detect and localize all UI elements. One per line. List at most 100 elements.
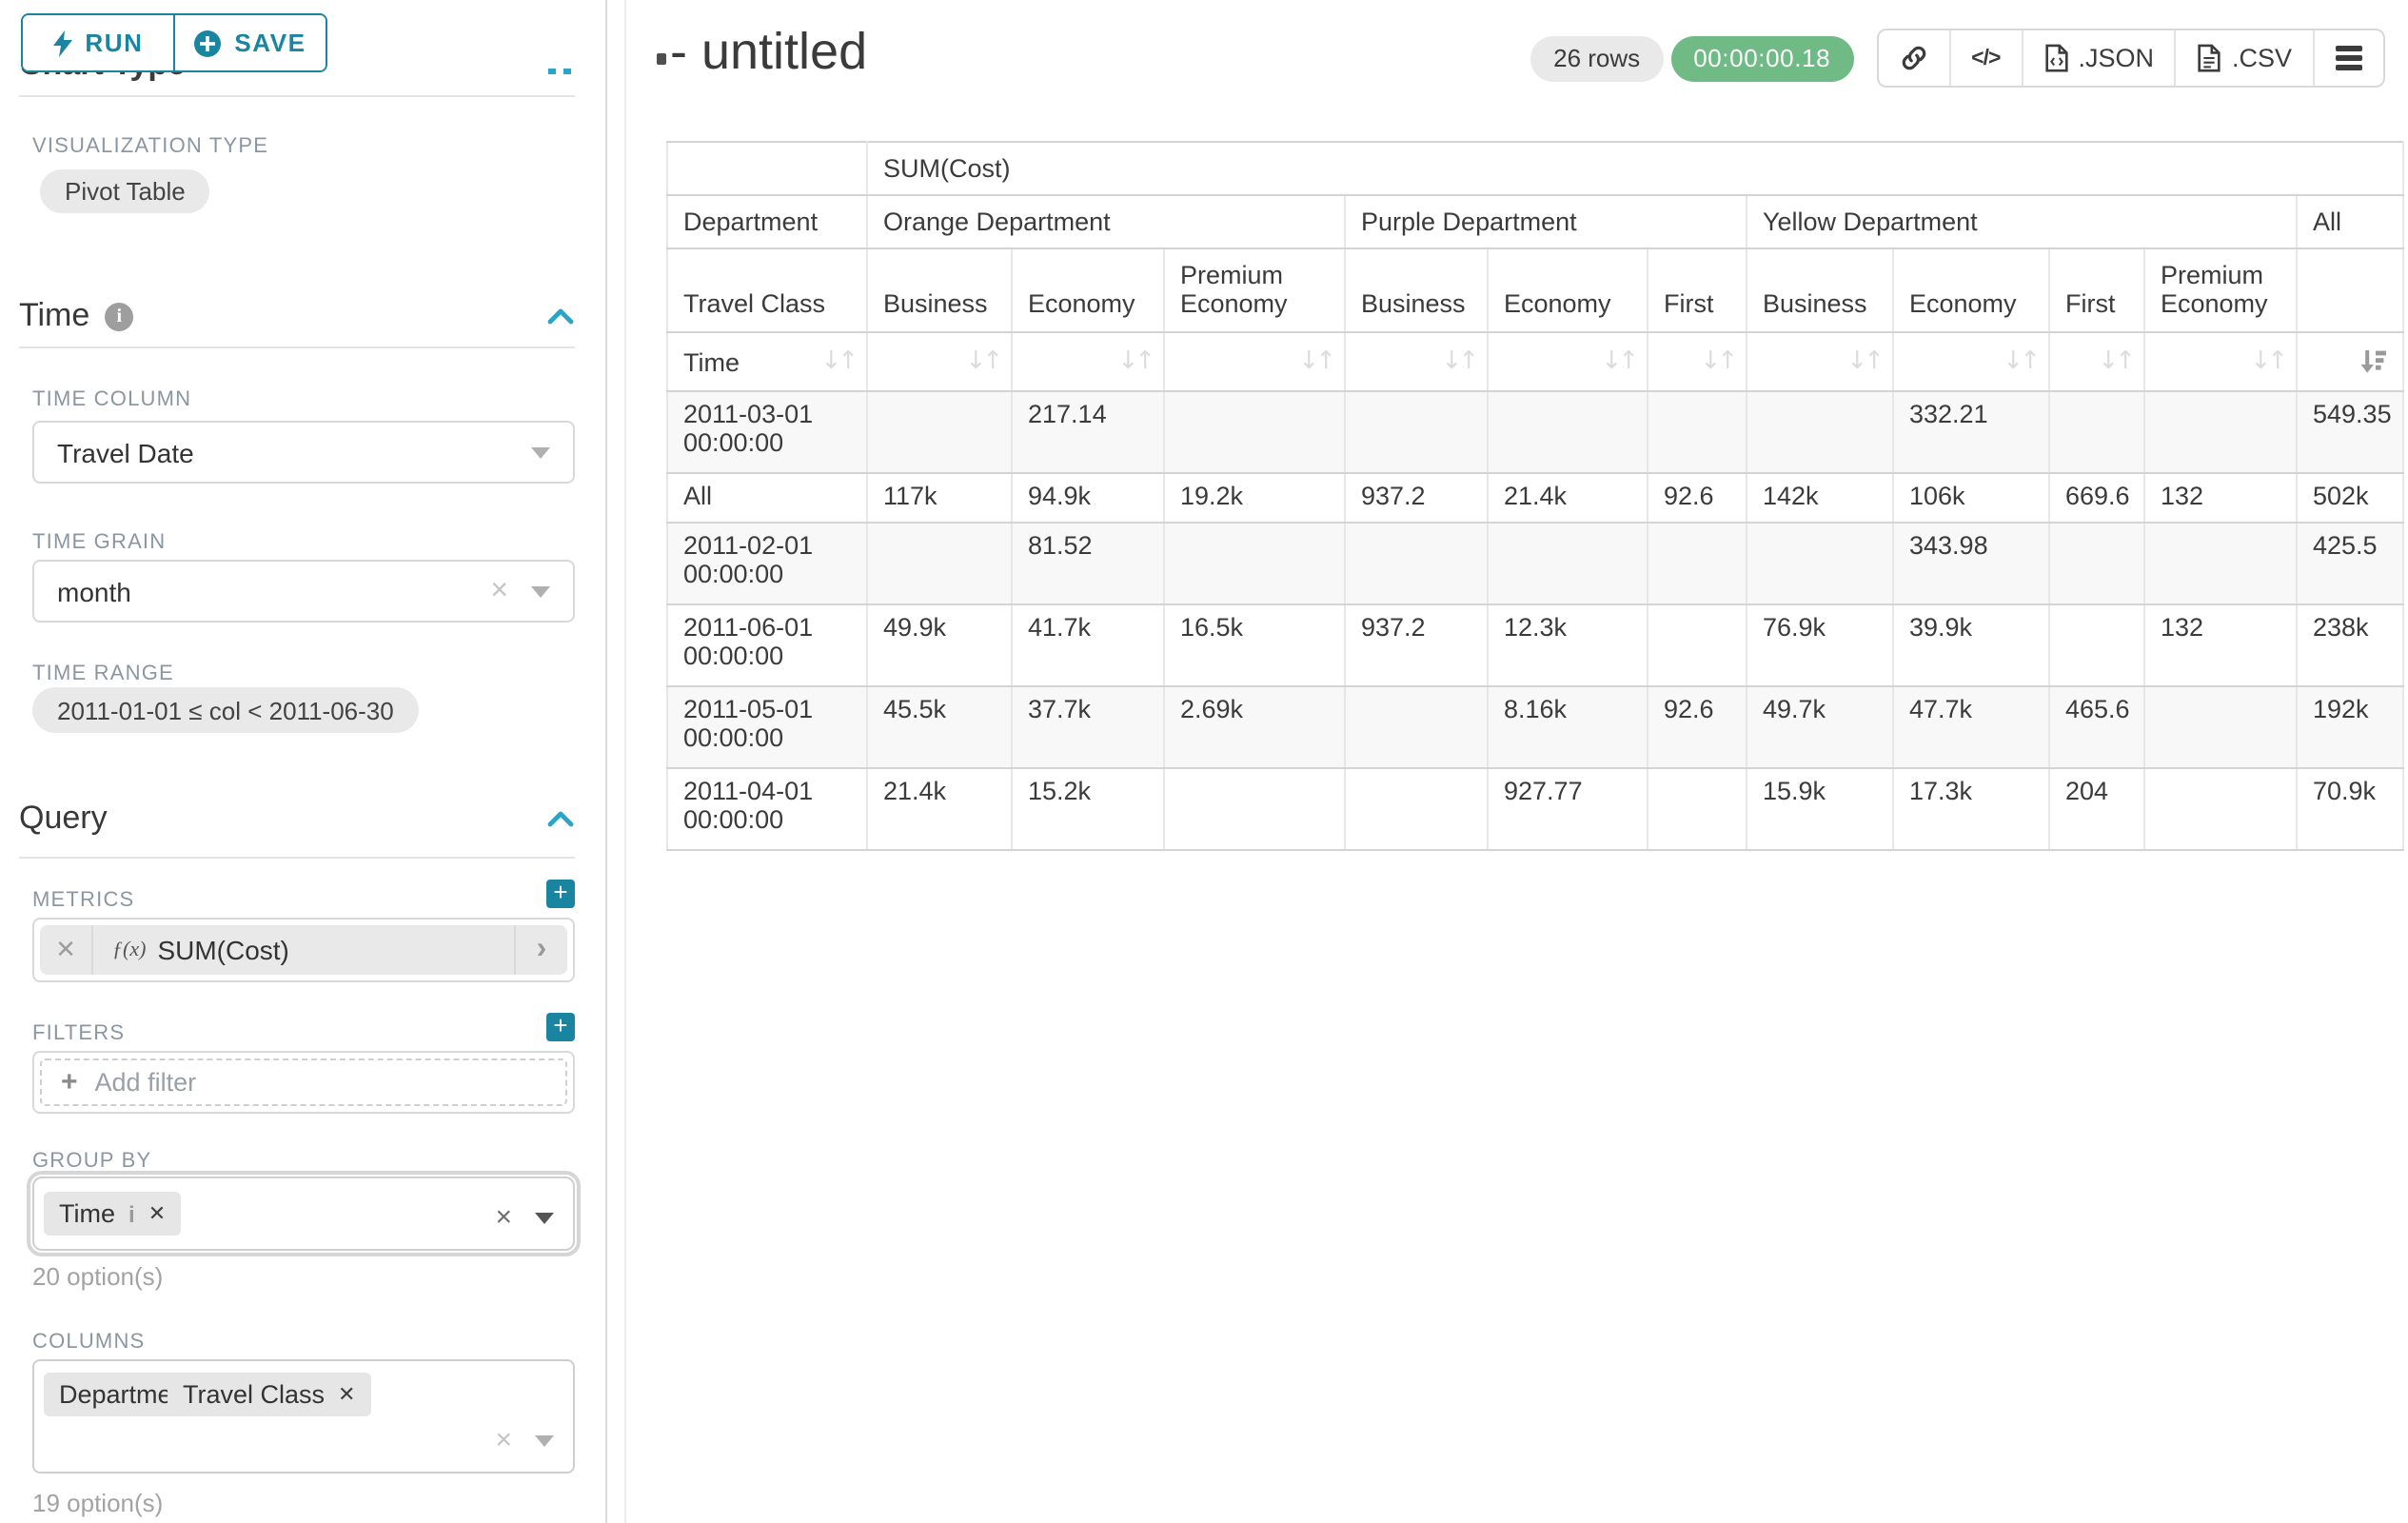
sort-descending-icon[interactable] [2360,349,2387,374]
file-text-icon [2198,44,2222,72]
sort-icon[interactable]: ↓↑ [2098,347,2132,376]
lightning-icon [52,30,71,56]
sort-icon[interactable]: ↓↑ [2003,347,2037,376]
run-button[interactable]: RUN [23,15,173,70]
remove-tag-icon[interactable]: ✕ [148,1201,166,1226]
add-filter-button[interactable]: + [546,1013,575,1041]
caret-down-icon[interactable] [535,1212,554,1223]
col-header [2297,248,2403,332]
sort-header[interactable]: ↓↑ [1488,332,1648,391]
sort-icon[interactable]: ↓↑ [965,347,999,376]
time-grain-select[interactable]: month × [32,560,575,623]
department-header-row: Department Orange Department Purple Depa… [667,195,2403,248]
action-button-bar: RUN SAVE [0,0,605,69]
columns-select[interactable]: Department ✕ Travel Class ✕ × [32,1359,575,1474]
hamburger-icon [2336,46,2362,70]
collapse-chevron-icon[interactable] [546,809,575,828]
sort-icon[interactable]: ↓↑ [1441,347,1475,376]
caret-down-icon[interactable] [535,1434,554,1446]
row-count-badge: 26 rows [1530,35,1663,81]
visualization-type-pill[interactable]: Pivot Table [40,169,210,213]
panel-splitter[interactable] [607,0,626,1523]
visualization-type-label: VISUALIZATION TYPE [32,135,268,158]
export-toolbar: </> .JSON .CSV [1876,29,2385,88]
sort-header[interactable]: ↓↑ [867,332,1012,391]
caret-down-icon [531,585,550,597]
filters-control: + Add filter [32,1051,575,1114]
metrics-control: ✕ ƒ(x) SUM(Cost) › [32,918,575,982]
sort-header[interactable]: ↓↑ [1648,332,1747,391]
panel-resize-handle[interactable] [657,53,666,65]
columns-tag-travel-class[interactable]: Travel Class ✕ [168,1373,370,1416]
sort-icon[interactable]: ↓↑ [2250,347,2284,376]
clear-icon[interactable]: × [495,1201,512,1234]
add-filter-dropzone[interactable]: + Add filter [40,1058,567,1106]
pivot-table: SUM(Cost) Department Orange Department P… [666,141,2404,851]
save-button-label: SAVE [234,29,306,57]
sort-icon[interactable]: ↓↑ [820,347,855,376]
table-row: 2011-04-01 00:00:00 21.4k15.2k927.7715.9… [667,768,2403,850]
clear-icon[interactable]: × [495,1424,512,1456]
columns-label: COLUMNS [32,1331,145,1354]
row-label: All [667,473,867,523]
metric-pill[interactable]: ✕ ƒ(x) SUM(Cost) › [40,925,567,975]
query-section-title: Query [19,800,108,838]
time-axis-sort-header[interactable]: Time↓↑ [667,332,867,391]
function-icon: ƒ(x) [112,939,146,961]
sort-header-row: Time↓↑ ↓↑ ↓↑ ↓↑ ↓↑ ↓↑ ↓↑ ↓↑ ↓↑ ↓↑ ↓↑ [667,332,2403,391]
share-link-button[interactable] [1878,30,1948,86]
sort-icon[interactable]: ↓↑ [1846,347,1881,376]
add-metric-button[interactable]: + [546,880,575,908]
col-header: Economy [1893,248,2049,332]
chart-title[interactable]: - untitled [670,23,867,82]
expand-metric-icon[interactable]: › [514,925,567,975]
group-by-options-hint: 20 option(s) [32,1262,163,1291]
view-query-button[interactable]: </> [1948,30,2021,86]
col-header: Economy [1012,248,1164,332]
col-header: Business [867,248,1012,332]
menu-button[interactable] [2313,30,2383,86]
sort-header-active[interactable] [2297,332,2403,391]
table-row: 2011-02-01 00:00:00 81.52343.98425.5 [667,523,2403,604]
sort-header[interactable]: ↓↑ [1747,332,1893,391]
row-label: 2011-05-01 00:00:00 [667,686,867,768]
file-code-icon [2043,44,2068,72]
section-divider [19,346,575,348]
control-panel-sidebar: Chart Type RUN SAVE VISUALIZATION TYPE P… [0,0,607,1523]
sort-header[interactable]: ↓↑ [1164,332,1345,391]
clear-icon[interactable]: × [490,576,508,606]
table-row: 2011-05-01 00:00:00 45.5k37.7k2.69k8.16k… [667,686,2403,768]
info-icon[interactable]: i [105,302,133,330]
export-csv-button[interactable]: .CSV [2175,30,2313,86]
code-icon: </> [1971,47,2000,69]
save-button[interactable]: SAVE [173,15,326,70]
sort-header[interactable]: ↓↑ [2144,332,2297,391]
sort-icon[interactable]: ↓↑ [1601,347,1635,376]
table-row: 2011-06-01 00:00:00 49.9k41.7k16.5k937.2… [667,604,2403,686]
chevron-up-icon [548,69,556,74]
col-group-yellow-department: Yellow Department [1747,195,2297,248]
table-row: All 117k94.9k19.2k937.221.4k92.6142k106k… [667,473,2403,523]
time-grain-value: month [34,576,490,606]
empty-corner-cell [667,142,867,195]
sort-icon[interactable]: ↓↑ [1117,347,1152,376]
chevron-up-icon [563,69,571,74]
sort-header[interactable]: ↓↑ [1893,332,2049,391]
time-column-select[interactable]: Travel Date [32,421,575,484]
sort-icon[interactable]: ↓↑ [1700,347,1734,376]
department-axis-label: Department [667,195,867,248]
metric-header-row: SUM(Cost) [667,142,2403,195]
export-json-button[interactable]: .JSON [2021,30,2175,86]
group-by-select[interactable]: Time i ✕ × [32,1177,575,1251]
sort-header[interactable]: ↓↑ [1012,332,1164,391]
time-range-pill[interactable]: 2011-01-01 ≤ col < 2011-06-30 [32,687,419,733]
remove-metric-icon[interactable]: ✕ [40,925,93,975]
collapse-chevron-icon[interactable] [546,307,575,326]
group-by-tag-time[interactable]: Time i ✕ [44,1192,181,1236]
sort-icon[interactable]: ↓↑ [1298,347,1332,376]
sort-header[interactable]: ↓↑ [2049,332,2144,391]
sort-header[interactable]: ↓↑ [1345,332,1488,391]
info-icon[interactable]: i [128,1200,135,1227]
query-timer-badge: 00:00:00.18 [1670,35,1853,81]
remove-tag-icon[interactable]: ✕ [338,1382,355,1407]
